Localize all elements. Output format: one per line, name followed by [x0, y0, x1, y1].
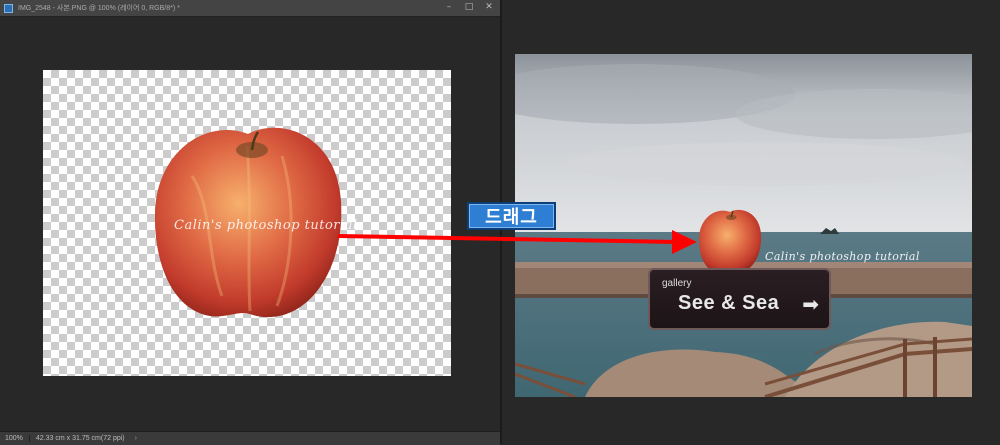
sign-main-text: See & Sea	[678, 292, 780, 314]
left-document-titlebar[interactable]: IMG_2548 - 사본.PNG @ 100% (레이어 0, RGB/8*)…	[0, 0, 500, 17]
drag-label: 드래그	[467, 202, 556, 230]
close-icon[interactable]: ✕	[484, 1, 494, 14]
apple-layer-pasted[interactable]	[698, 206, 762, 274]
photoshop-doc-icon	[4, 3, 13, 13]
right-document-window[interactable]: gallery See & Sea ➡ Calin's photoshop tu…	[503, 0, 1000, 444]
left-document-window[interactable]: IMG_2548 - 사본.PNG @ 100% (레이어 0, RGB/8*)…	[0, 0, 502, 445]
sign-small-text: gallery	[662, 278, 692, 289]
gallery-sign: gallery See & Sea ➡	[648, 268, 831, 330]
document-dimensions: 42.33 cm x 31.75 cm(72 ppi)	[35, 435, 125, 442]
watermark-text: Calin's photoshop tutorial	[174, 218, 358, 233]
maximize-icon[interactable]: □	[464, 1, 474, 14]
minimize-icon[interactable]: –	[444, 1, 454, 14]
zoom-level[interactable]: 100%	[0, 435, 30, 442]
document-tab-title[interactable]: IMG_2548 - 사본.PNG @ 100% (레이어 0, RGB/8*)…	[18, 3, 180, 13]
sign-arrow-icon: ➡	[802, 292, 819, 316]
status-bar: 100% 42.33 cm x 31.75 cm(72 ppi) ›	[0, 431, 500, 445]
photo-canvas[interactable]: gallery See & Sea ➡ Calin's photoshop tu…	[515, 54, 972, 397]
status-menu-chevron-icon[interactable]: ›	[131, 435, 141, 442]
transparent-canvas[interactable]: Calin's photoshop tutorial	[43, 70, 451, 376]
watermark-text-right: Calin's photoshop tutorial	[765, 250, 920, 263]
